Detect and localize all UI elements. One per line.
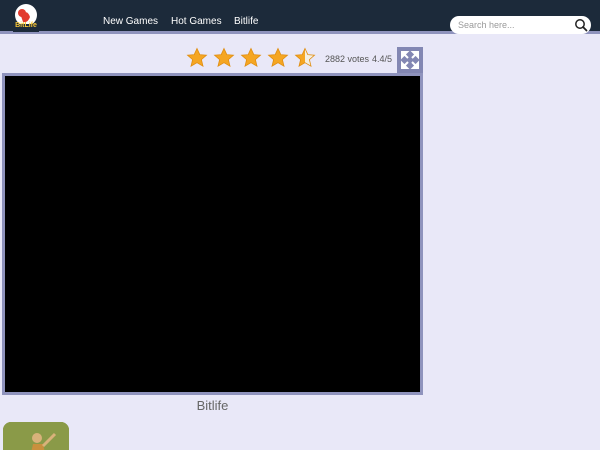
star-icon[interactable] (267, 47, 289, 69)
star-icon[interactable] (186, 47, 208, 69)
star-icon[interactable] (213, 47, 235, 69)
nav-hot-games[interactable]: Hot Games (171, 16, 222, 27)
logo-text: BitLife (15, 22, 37, 29)
game-frame (2, 73, 423, 395)
game-title: Bitlife (196, 398, 229, 413)
related-game-thumbnail[interactable] (3, 422, 69, 450)
star-icon[interactable] (240, 47, 262, 69)
search-icon[interactable] (574, 18, 588, 32)
vote-count: 2882 votes (325, 54, 370, 64)
game-canvas[interactable] (5, 76, 420, 392)
rating-score: 4.4/5 (372, 54, 393, 64)
top-navigation-bar: BitLife New Games Hot Games Bitlife (0, 0, 600, 34)
rating-summary: 2882 votes 4.4/5 (325, 54, 395, 64)
fullscreen-icon (401, 51, 419, 69)
fullscreen-button[interactable] (397, 47, 423, 73)
bitlife-logo-icon[interactable]: BitLife (11, 2, 41, 32)
nav-new-games[interactable]: New Games (103, 16, 158, 27)
search-box (450, 16, 591, 34)
nav-bitlife[interactable]: Bitlife (234, 16, 258, 27)
star-icon[interactable] (294, 47, 316, 69)
search-input[interactable] (458, 18, 568, 32)
